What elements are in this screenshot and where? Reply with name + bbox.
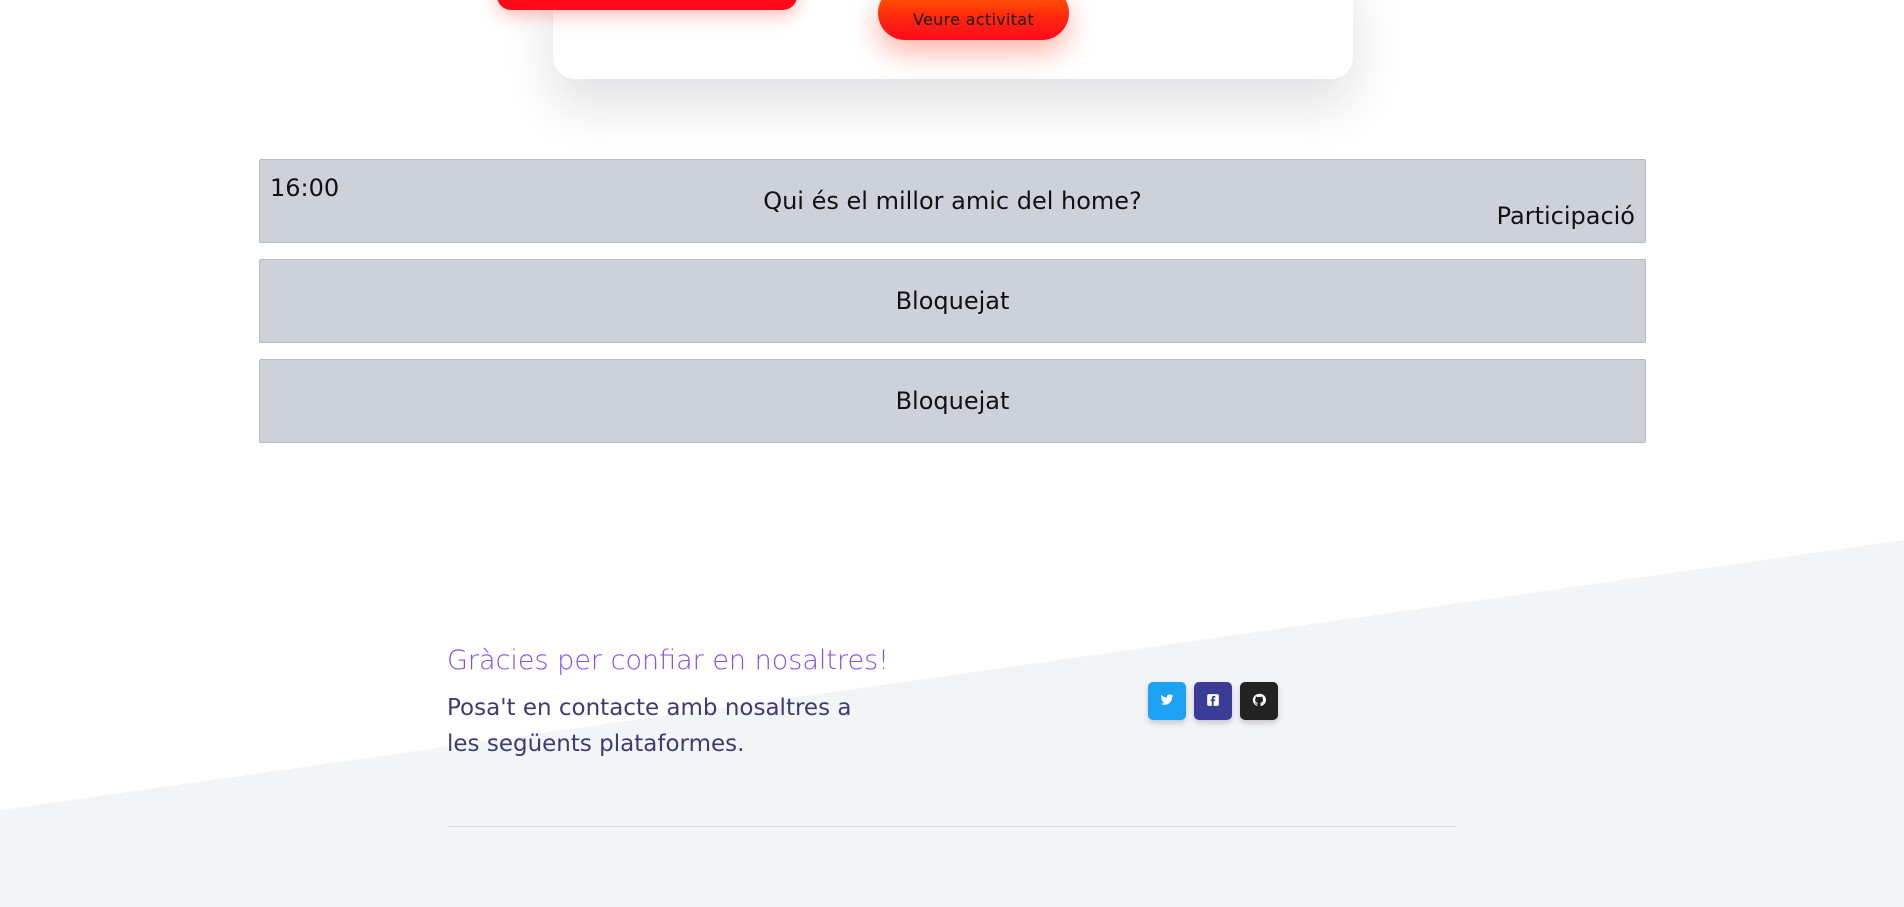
github-icon (1252, 693, 1266, 710)
footer-divider (447, 826, 1457, 827)
footer-text: Posa't en contacte amb nosaltres a les s… (447, 695, 852, 757)
footer: Gràcies per confiar en nosaltres! Posa't… (0, 540, 1904, 907)
social-links (1148, 682, 1278, 720)
activity-list: 16:00 Qui és el millor amic del home? Pa… (259, 159, 1646, 459)
twitter-button[interactable] (1148, 682, 1186, 720)
activity-row-active[interactable]: 16:00 Qui és el millor amic del home? Pa… (259, 159, 1646, 243)
activity-row-locked[interactable]: Bloquejat (259, 359, 1646, 443)
facebook-icon (1206, 693, 1220, 710)
github-button[interactable] (1240, 682, 1278, 720)
footer-title: Gràcies per confiar en nosaltres! (447, 645, 889, 676)
view-activity-button[interactable]: Veure activitat (878, 0, 1069, 40)
activity-row-locked[interactable]: Bloquejat (259, 259, 1646, 343)
facebook-button[interactable] (1194, 682, 1232, 720)
locked-label: Bloquejat (895, 387, 1010, 415)
twitter-icon (1160, 693, 1174, 710)
locked-label: Bloquejat (895, 287, 1010, 315)
footer-background (0, 540, 1904, 907)
activity-question: Qui és el millor amic del home? (763, 187, 1142, 215)
activity-card-banner (497, 0, 797, 10)
activity-type-label: Participació (1496, 202, 1635, 230)
